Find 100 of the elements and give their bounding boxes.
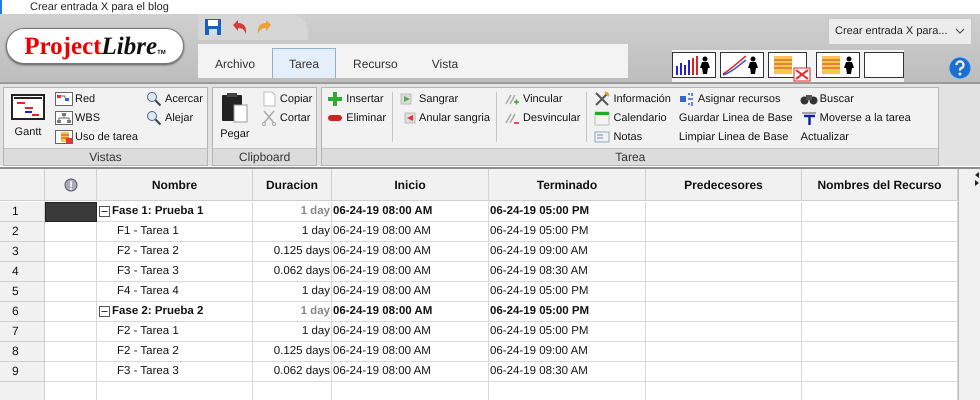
row-number[interactable]: 6 [0, 302, 45, 322]
indicator-cell[interactable] [45, 202, 97, 222]
table-cell: 06-24-19 05:00 PM [489, 282, 646, 302]
table-cell-text: Fase 1: Prueba 1 [112, 204, 204, 219]
ribbon-button[interactable]: Alejar [144, 109, 204, 127]
column-header[interactable]: Predecesores [646, 169, 802, 201]
table-cell: 06-24-19 08:00 AM [332, 222, 489, 242]
zoom-in-icon [146, 91, 162, 107]
plus-icon [327, 91, 344, 107]
menu-tab[interactable]: Recurso [336, 48, 415, 78]
ribbon-button[interactable]: Moverse a la tarea [798, 109, 912, 127]
table-cell: 06-24-19 08:00 AM [332, 282, 489, 302]
table-cell: 06-24-19 08:00 AM [332, 202, 489, 222]
large-button[interactable]: Gantt [7, 90, 49, 140]
row-number[interactable]: 2 [0, 222, 45, 242]
table-cell: 1 day [253, 322, 332, 342]
zoom-out-icon [146, 110, 162, 126]
table-cell: 1 day [253, 222, 332, 242]
ribbon-button[interactable]: Cortar [258, 109, 314, 127]
group-label: Tarea [322, 148, 938, 165]
ribbon-button[interactable]: Uso de tarea [54, 128, 139, 146]
table-cell: 1 day [253, 302, 332, 322]
menu-tab[interactable]: Vista [414, 48, 476, 78]
table-cell: 06-24-19 08:30 AM [489, 262, 646, 282]
table-cell: 06-24-19 05:00 PM [489, 222, 646, 242]
info-icon [64, 178, 78, 192]
ribbon-button[interactable]: Anular sangria [398, 109, 491, 127]
ribbon-button[interactable]: Guardar Linea de Base [676, 109, 794, 127]
table-cell: 06-24-19 08:30 AM [489, 362, 646, 382]
calendar-icon [594, 110, 610, 126]
ribbon-button[interactable]: Eliminar [325, 109, 388, 127]
large-button[interactable]: Pegar [216, 90, 254, 142]
row-number[interactable]: 4 [0, 262, 45, 282]
table-cell: 06-24-19 08:00 AM [332, 242, 489, 262]
table-cell: 06-24-19 08:00 AM [332, 302, 489, 322]
chevron-down-icon[interactable] [955, 28, 965, 34]
group-label: Vistas [4, 148, 207, 165]
clipboard-icon [220, 92, 250, 124]
ribbon-button[interactable]: Notas [592, 128, 672, 146]
column-header[interactable]: Terminado [489, 169, 646, 201]
binoculars-icon [800, 93, 818, 105]
ribbon-button[interactable]: Actualizar [798, 128, 912, 146]
menu-tab[interactable]: Archivo [198, 48, 272, 78]
row-number[interactable]: 9 [0, 362, 45, 382]
table-cell: F1 - Tarea 1 [97, 222, 253, 242]
row-number[interactable]: 7 [0, 322, 45, 342]
column-header[interactable]: Nombre [97, 169, 253, 201]
ribbon-button[interactable]: Asignar recursos [676, 90, 794, 108]
row-number[interactable]: 5 [0, 282, 45, 302]
ribbon-button[interactable]: Red [54, 90, 139, 108]
table-cell: 06-24-19 05:00 PM [489, 302, 646, 322]
tools-icon [594, 91, 610, 107]
ribbon-button[interactable]: WBS [54, 109, 139, 127]
collapse-icon[interactable] [99, 206, 110, 217]
row-number[interactable]: 3 [0, 242, 45, 262]
help-icon[interactable] [948, 56, 972, 80]
ribbon-button[interactable]: Insertar [325, 90, 388, 108]
menu-tab[interactable]: Tarea [272, 48, 336, 78]
assign-resources-icon [678, 91, 695, 107]
table-cell: 06-24-19 08:00 AM [332, 362, 489, 382]
delete-table-icon[interactable] [768, 52, 812, 82]
column-header[interactable]: Duracion [253, 169, 332, 201]
goto-task-icon [800, 110, 817, 126]
usage-table-icon [55, 130, 73, 144]
table-cell: 0.125 days [253, 242, 332, 262]
table-cell: 0.125 days [253, 342, 332, 362]
save-icon[interactable] [204, 18, 222, 36]
collapse-icon[interactable] [99, 306, 110, 317]
table-cell: F3 - Tarea 3 [97, 262, 253, 282]
table-cell: 06-24-19 05:00 PM [489, 322, 646, 342]
table-cell: F2 - Tarea 2 [97, 342, 253, 362]
notes-icon [594, 129, 610, 145]
undo-icon[interactable] [230, 18, 248, 36]
blank-view-button[interactable] [864, 52, 904, 78]
project-dropdown[interactable]: Crear entrada X para... [828, 18, 972, 45]
ribbon-button[interactable]: Vincular [502, 90, 582, 108]
ribbon-button[interactable]: Sangrar [398, 90, 491, 108]
table-cell: F2 - Tarea 1 [97, 322, 253, 342]
hierarchy-icon [55, 111, 73, 125]
column-header[interactable]: Inicio [332, 169, 489, 201]
table-cell: 06-24-19 09:00 AM [489, 342, 646, 362]
scroll-arrows-icon[interactable] [974, 171, 980, 187]
ribbon-button[interactable]: Calendario [592, 109, 672, 127]
resource-table-icon[interactable] [816, 52, 860, 78]
ribbon-button[interactable]: Buscar [798, 90, 912, 108]
ribbon-button[interactable]: Acercar [144, 90, 204, 108]
table-cell: 06-24-19 08:00 AM [332, 342, 489, 362]
table-cell: 06-24-19 05:00 PM [489, 202, 646, 222]
row-number[interactable]: 8 [0, 342, 45, 362]
line-graph-icon[interactable] [720, 52, 764, 78]
ribbon-button[interactable]: Limpiar Linea de Base [676, 128, 794, 146]
table-cell: 06-24-19 09:00 AM [489, 242, 646, 262]
ribbon-button[interactable]: Desvincular [502, 109, 582, 127]
table-cell: 0.062 days [253, 262, 332, 282]
ribbon-button[interactable]: Información [592, 90, 672, 108]
window-title: Crear entrada X para el blog [30, 1, 169, 13]
resource-histogram-icon[interactable] [672, 52, 716, 78]
row-number[interactable]: 1 [0, 202, 45, 222]
column-header[interactable]: Nombres del Recurso [802, 169, 958, 201]
ribbon-button[interactable]: Copiar [258, 90, 314, 108]
